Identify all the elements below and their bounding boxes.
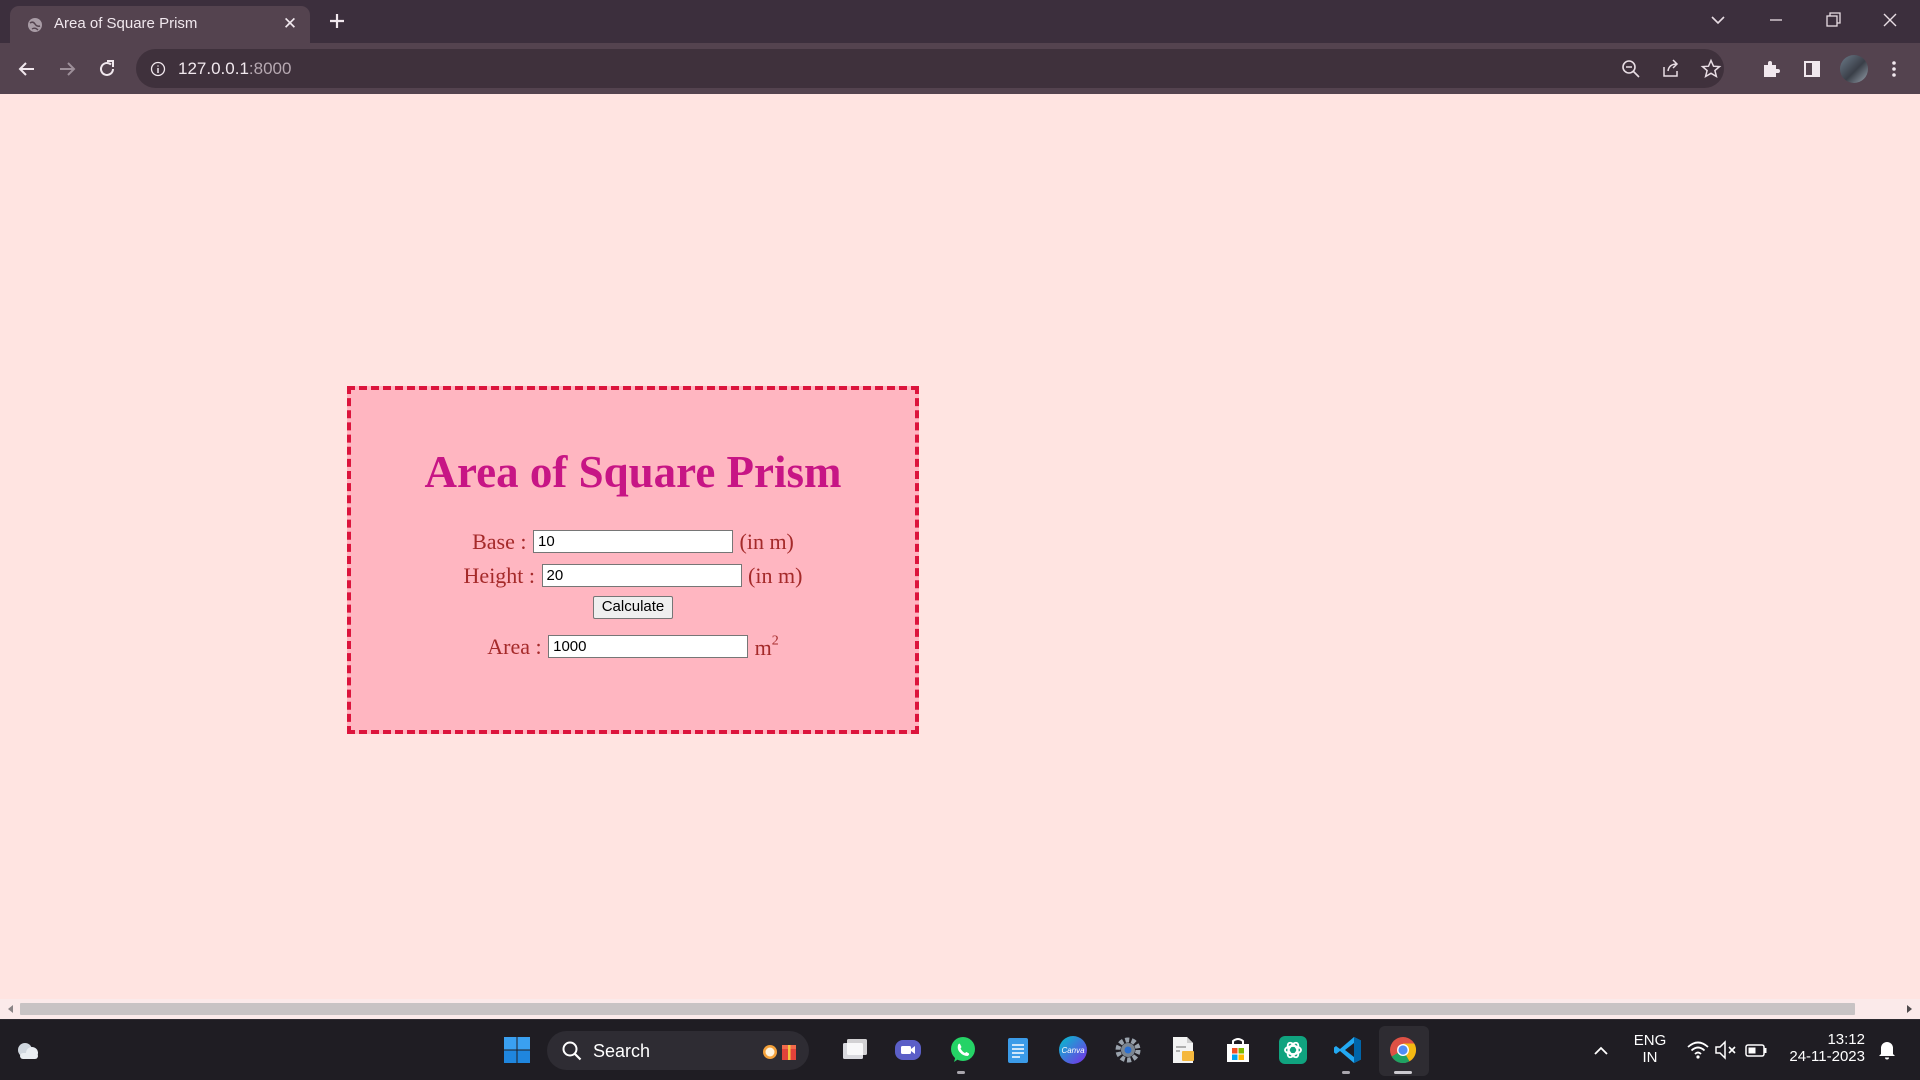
scrollbar-thumb[interactable] <box>20 1003 1855 1015</box>
height-label: Height : <box>463 562 536 588</box>
language-indicator[interactable]: ENG IN <box>1630 1032 1670 1066</box>
share-icon[interactable] <box>1660 58 1682 80</box>
url-host: 127.0.0.1 <box>178 59 249 78</box>
reload-icon[interactable] <box>93 55 121 83</box>
clock[interactable]: 13:12 24-11-2023 <box>1783 1031 1865 1065</box>
chevron-up-icon[interactable] <box>1586 1036 1616 1066</box>
active-app-highlight <box>1379 1026 1429 1076</box>
battery-icon[interactable] <box>1743 1037 1769 1063</box>
language-line1: ENG <box>1633 1032 1667 1049</box>
tab-search-chevron-icon[interactable] <box>1704 6 1732 34</box>
site-info-icon[interactable] <box>150 61 166 77</box>
language-line2: IN <box>1642 1049 1658 1066</box>
clock-date: 24-11-2023 <box>1789 1048 1865 1065</box>
height-unit: (in m) <box>748 562 803 588</box>
settings-icon[interactable] <box>1112 1034 1144 1066</box>
globe-icon <box>28 18 42 32</box>
area-output[interactable] <box>548 635 749 659</box>
close-window-icon[interactable] <box>1876 6 1904 34</box>
area-unit: m2 <box>754 633 779 660</box>
address-bar[interactable]: 127.0.0.1:8000 <box>136 49 1724 88</box>
notepad-icon[interactable] <box>1002 1034 1034 1066</box>
menu-kebab-icon[interactable] <box>1880 55 1908 83</box>
height-input[interactable] <box>541 564 742 588</box>
area-unit-base: m <box>754 634 772 660</box>
back-icon[interactable] <box>13 55 41 83</box>
minimize-icon[interactable] <box>1762 6 1790 34</box>
extensions-icon[interactable] <box>1757 55 1785 83</box>
horizontal-scrollbar[interactable] <box>0 999 1920 1019</box>
browser-toolbar: 127.0.0.1:8000 <box>0 43 1920 94</box>
file-icon[interactable] <box>1167 1034 1199 1066</box>
task-view-icon[interactable] <box>838 1034 870 1066</box>
base-unit: (in m) <box>739 528 794 554</box>
windows-taskbar: Search Canva ENG IN 13:12 24-11-2023 <box>0 1019 1920 1080</box>
area-unit-exponent: 2 <box>771 633 779 649</box>
canva-icon[interactable]: Canva <box>1057 1034 1089 1066</box>
teams-icon[interactable] <box>892 1034 924 1066</box>
area-row: Area : m2 <box>351 632 915 662</box>
url-port: :8000 <box>248 59 292 78</box>
new-tab-icon[interactable] <box>324 8 350 34</box>
svg-text:Canva: Canva <box>1061 1046 1085 1055</box>
browser-tab[interactable]: Area of Square Prism ✕ <box>10 6 310 43</box>
scroll-left-icon[interactable] <box>6 1004 16 1014</box>
restore-icon[interactable] <box>1819 6 1847 34</box>
page-title: Area of Square Prism <box>424 447 842 497</box>
search-label: Search <box>593 1041 651 1061</box>
volume-muted-icon[interactable] <box>1713 1037 1739 1063</box>
tab-close-icon[interactable]: ✕ <box>281 15 299 33</box>
notification-bell-icon[interactable] <box>1874 1037 1900 1063</box>
base-row: Base : (in m) <box>351 527 915 557</box>
clock-time: 13:12 <box>1827 1031 1865 1048</box>
whatsapp-icon[interactable] <box>947 1034 979 1066</box>
bookmark-star-icon[interactable] <box>1700 58 1722 80</box>
height-row: Height : (in m) <box>351 561 915 591</box>
calculator-card: Area of Square Prism Base : (in m) Heigh… <box>347 386 919 734</box>
vscode-icon[interactable] <box>1332 1034 1364 1066</box>
store-icon[interactable] <box>1222 1034 1254 1066</box>
start-icon[interactable] <box>501 1034 533 1066</box>
forward-icon[interactable] <box>53 55 81 83</box>
zoom-icon[interactable] <box>1620 58 1642 80</box>
weather-icon[interactable] <box>12 1034 44 1066</box>
url-text[interactable]: 127.0.0.1:8000 <box>178 59 291 79</box>
running-indicator <box>957 1071 965 1074</box>
base-input[interactable] <box>533 530 733 554</box>
base-label: Base : <box>472 528 527 554</box>
wifi-icon[interactable] <box>1685 1037 1711 1063</box>
area-label: Area : <box>487 633 542 659</box>
tab-strip: Area of Square Prism ✕ <box>0 0 1920 43</box>
search-icon <box>562 1041 582 1061</box>
search-highlight-icon <box>763 1045 796 1060</box>
calculate-button[interactable]: Calculate <box>593 596 673 619</box>
chatgpt-icon[interactable] <box>1277 1034 1309 1066</box>
running-indicator <box>1342 1071 1350 1074</box>
tab-title: Area of Square Prism <box>54 15 198 32</box>
scroll-right-icon[interactable] <box>1904 1004 1914 1014</box>
profile-avatar[interactable] <box>1840 55 1868 83</box>
side-panel-icon[interactable] <box>1798 55 1826 83</box>
taskbar-search[interactable]: Search <box>547 1031 809 1070</box>
